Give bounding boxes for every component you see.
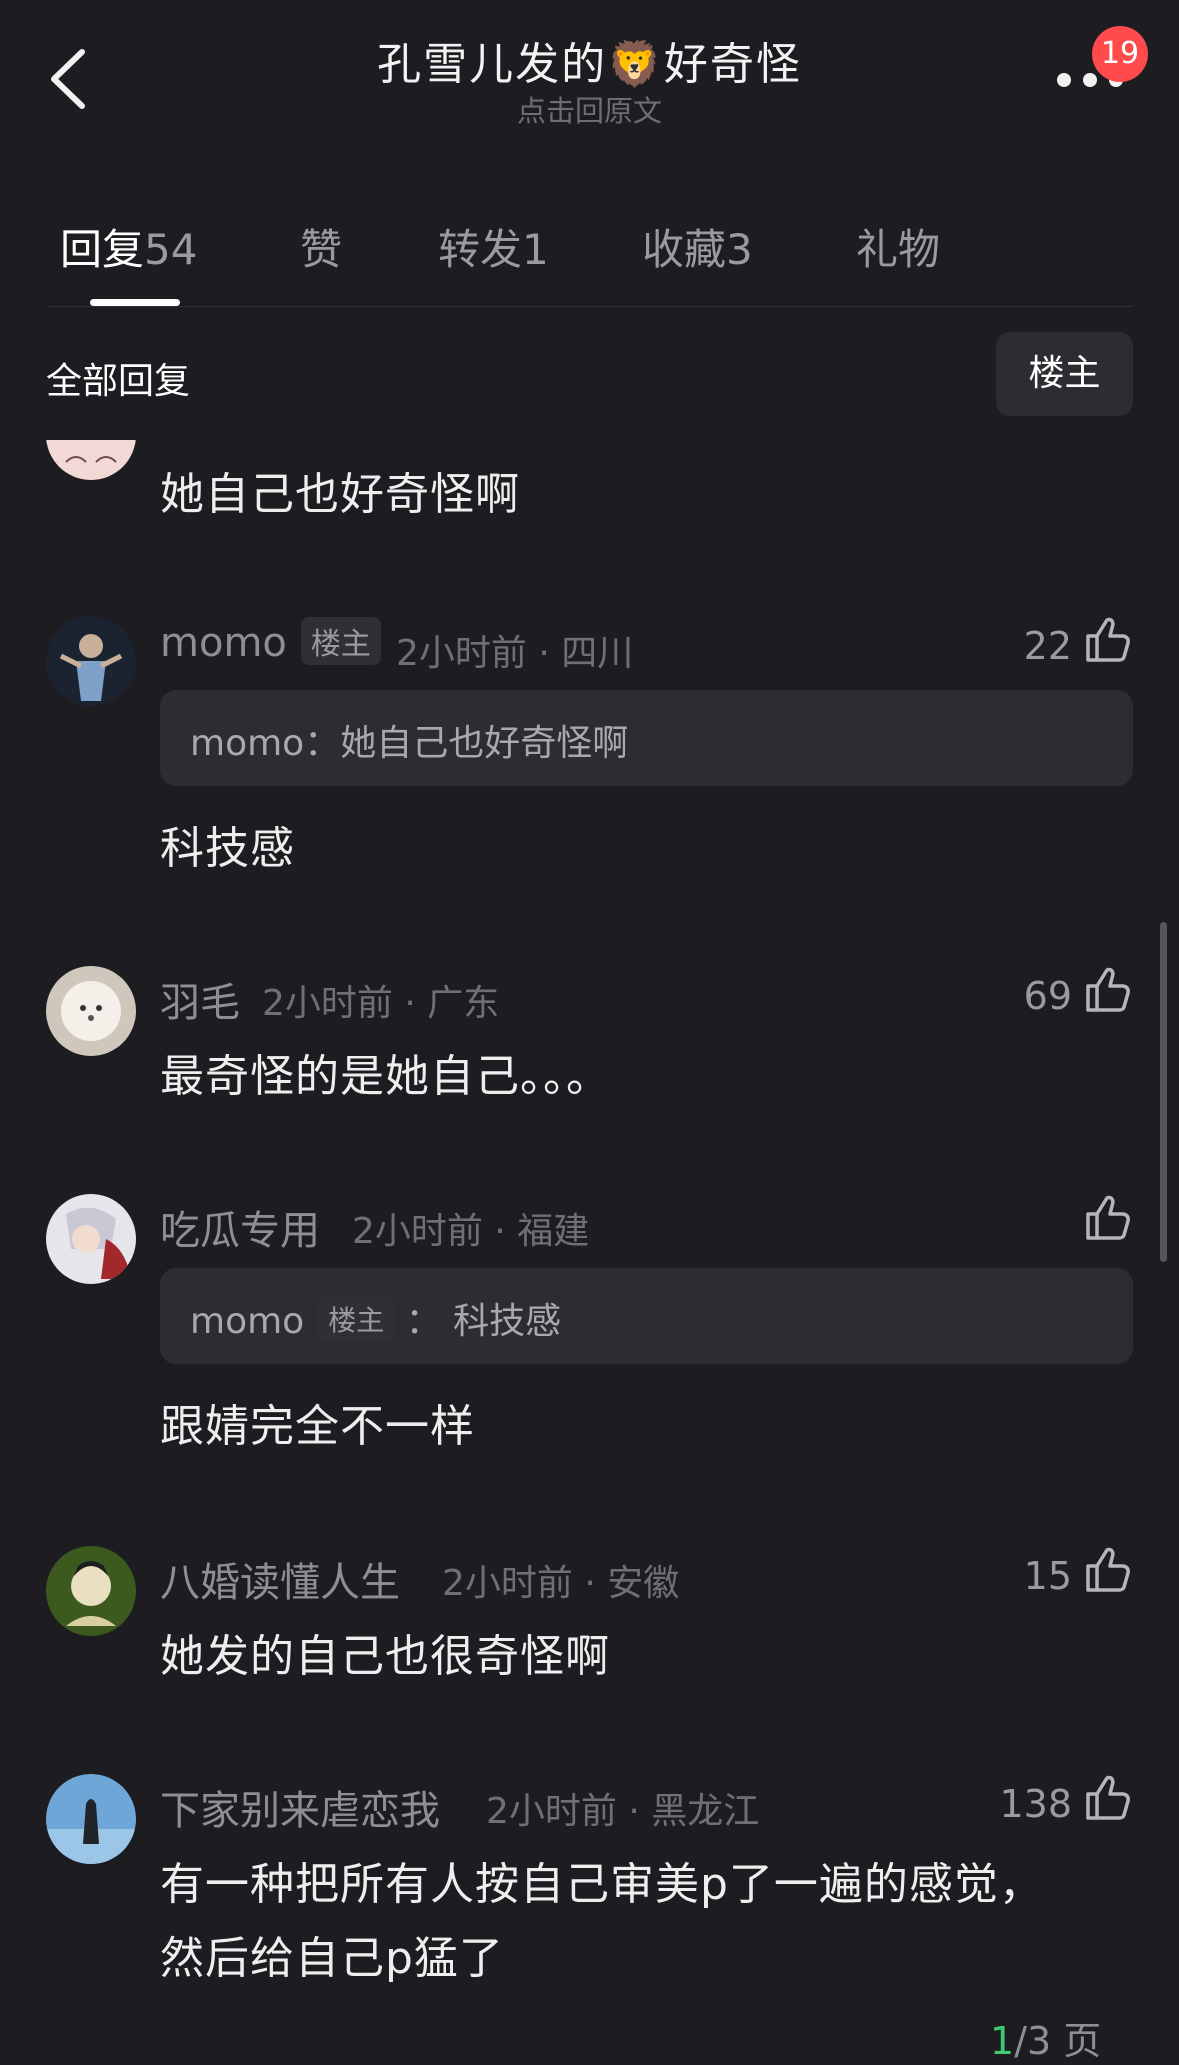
comment-text: 跟婧完全不一样 <box>160 1401 475 1452</box>
page-indicator[interactable]: 1/3 页 <box>990 2010 1101 2065</box>
all-replies-label: 全部回复 <box>46 361 191 402</box>
tab-label: 赞 <box>300 225 343 274</box>
quoted-reply: momo：她自己也好奇怪啊 <box>160 690 1133 786</box>
scrollbar[interactable] <box>1160 922 1167 1262</box>
quote-username: momo <box>190 723 305 764</box>
quoted-reply: momo 楼主 ： 科技感 <box>160 1268 1133 1364</box>
quote-username: momo <box>190 1301 305 1342</box>
comment-meta: 2小时前 · 黑龙江 <box>486 1791 760 1832</box>
quote-colon: ： <box>394 1301 454 1342</box>
comment-username[interactable]: 吃瓜专用 <box>160 1198 320 1256</box>
comment-text-line: 然后给自己p猛了 <box>160 1933 504 1984</box>
like-count: 15 <box>1023 1554 1072 1598</box>
comment-meta: 2小时前 · 福建 <box>352 1211 590 1252</box>
quote-text: momo：她自己也好奇怪啊 <box>190 714 628 766</box>
comment-meta: 2小时前 · 安徽 <box>442 1563 680 1604</box>
comment-username[interactable]: 下家别来虐恋我 <box>160 1778 440 1836</box>
active-tab-indicator <box>90 299 180 306</box>
current-page: 1 <box>990 2019 1015 2063</box>
thumbs-up-icon[interactable] <box>1082 614 1134 666</box>
quote-body: 她自己也好奇怪啊 <box>340 723 629 764</box>
comment-text: 她发的自己也很奇怪啊 <box>160 1631 610 1682</box>
avatar[interactable] <box>46 616 136 706</box>
comment-username[interactable]: 羽毛 <box>160 970 240 1028</box>
like-count: 138 <box>999 1782 1072 1826</box>
op-tag: 楼主 <box>300 617 381 665</box>
tab-count: 1 <box>522 225 549 274</box>
quote-body: 科技感 <box>453 1301 562 1342</box>
username-text: momo <box>160 620 287 666</box>
avatar[interactable] <box>46 1774 136 1864</box>
divider <box>46 306 1133 307</box>
tab-label: 收藏 <box>642 225 727 274</box>
tab-reposts[interactable]: 转发1 <box>438 216 549 277</box>
thumbs-up-icon[interactable] <box>1082 1544 1134 1596</box>
tab-label: 礼物 <box>856 225 941 274</box>
comment-meta: 2小时前 · 广东 <box>262 983 500 1024</box>
op-tag: 楼主 <box>318 1297 395 1341</box>
like-count: 22 <box>1023 624 1072 668</box>
comment-meta: 2小时前 · 四川 <box>396 633 634 674</box>
thumbs-up-icon[interactable] <box>1082 1192 1134 1244</box>
comment-username[interactable]: 八婚读懂人生 <box>160 1550 400 1608</box>
tab-favorites[interactable]: 收藏3 <box>642 216 753 277</box>
comment-text: 最奇怪的是她自己。。。 <box>160 1051 611 1102</box>
tab-replies[interactable]: 回复54 <box>60 216 197 277</box>
notification-badge: 19 <box>1092 26 1148 82</box>
comment-text-line: 有一种把所有人按自己审美p了一遍的感觉， <box>160 1859 1044 1910</box>
comment-username[interactable]: momo 楼主 <box>160 617 381 669</box>
tab-count: 54 <box>144 225 198 274</box>
op-only-button[interactable]: 楼主 <box>996 332 1133 416</box>
avatar[interactable] <box>46 1546 136 1636</box>
tab-gifts[interactable]: 礼物 <box>856 216 940 277</box>
tab-likes[interactable]: 赞 <box>300 216 342 277</box>
tab-label: 转发 <box>438 225 523 274</box>
tab-count: 3 <box>726 225 753 274</box>
tab-bar: 回复54 赞 转发1 收藏3 礼物 <box>0 200 1179 310</box>
total-pages: /3 页 <box>1014 2019 1102 2063</box>
thumbs-up-icon[interactable] <box>1082 964 1134 1016</box>
comment-text: 科技感 <box>160 823 295 874</box>
tab-label: 回复 <box>60 225 145 274</box>
avatar[interactable] <box>46 966 136 1056</box>
quote-text: momo 楼主 ： 科技感 <box>190 1292 561 1345</box>
back-to-post-link[interactable]: 点击回原文 <box>0 88 1179 130</box>
avatar[interactable] <box>46 1194 136 1284</box>
top-bar: 孔雪儿发的🦁好奇怪 点击回原文 19 <box>0 0 1179 150</box>
like-count: 69 <box>1023 974 1072 1018</box>
quote-colon: ： <box>304 723 341 764</box>
thumbs-up-icon[interactable] <box>1082 1772 1134 1824</box>
comment-text: 她自己也好奇怪啊 <box>160 469 520 520</box>
page-title[interactable]: 孔雪儿发的🦁好奇怪 <box>0 28 1179 92</box>
